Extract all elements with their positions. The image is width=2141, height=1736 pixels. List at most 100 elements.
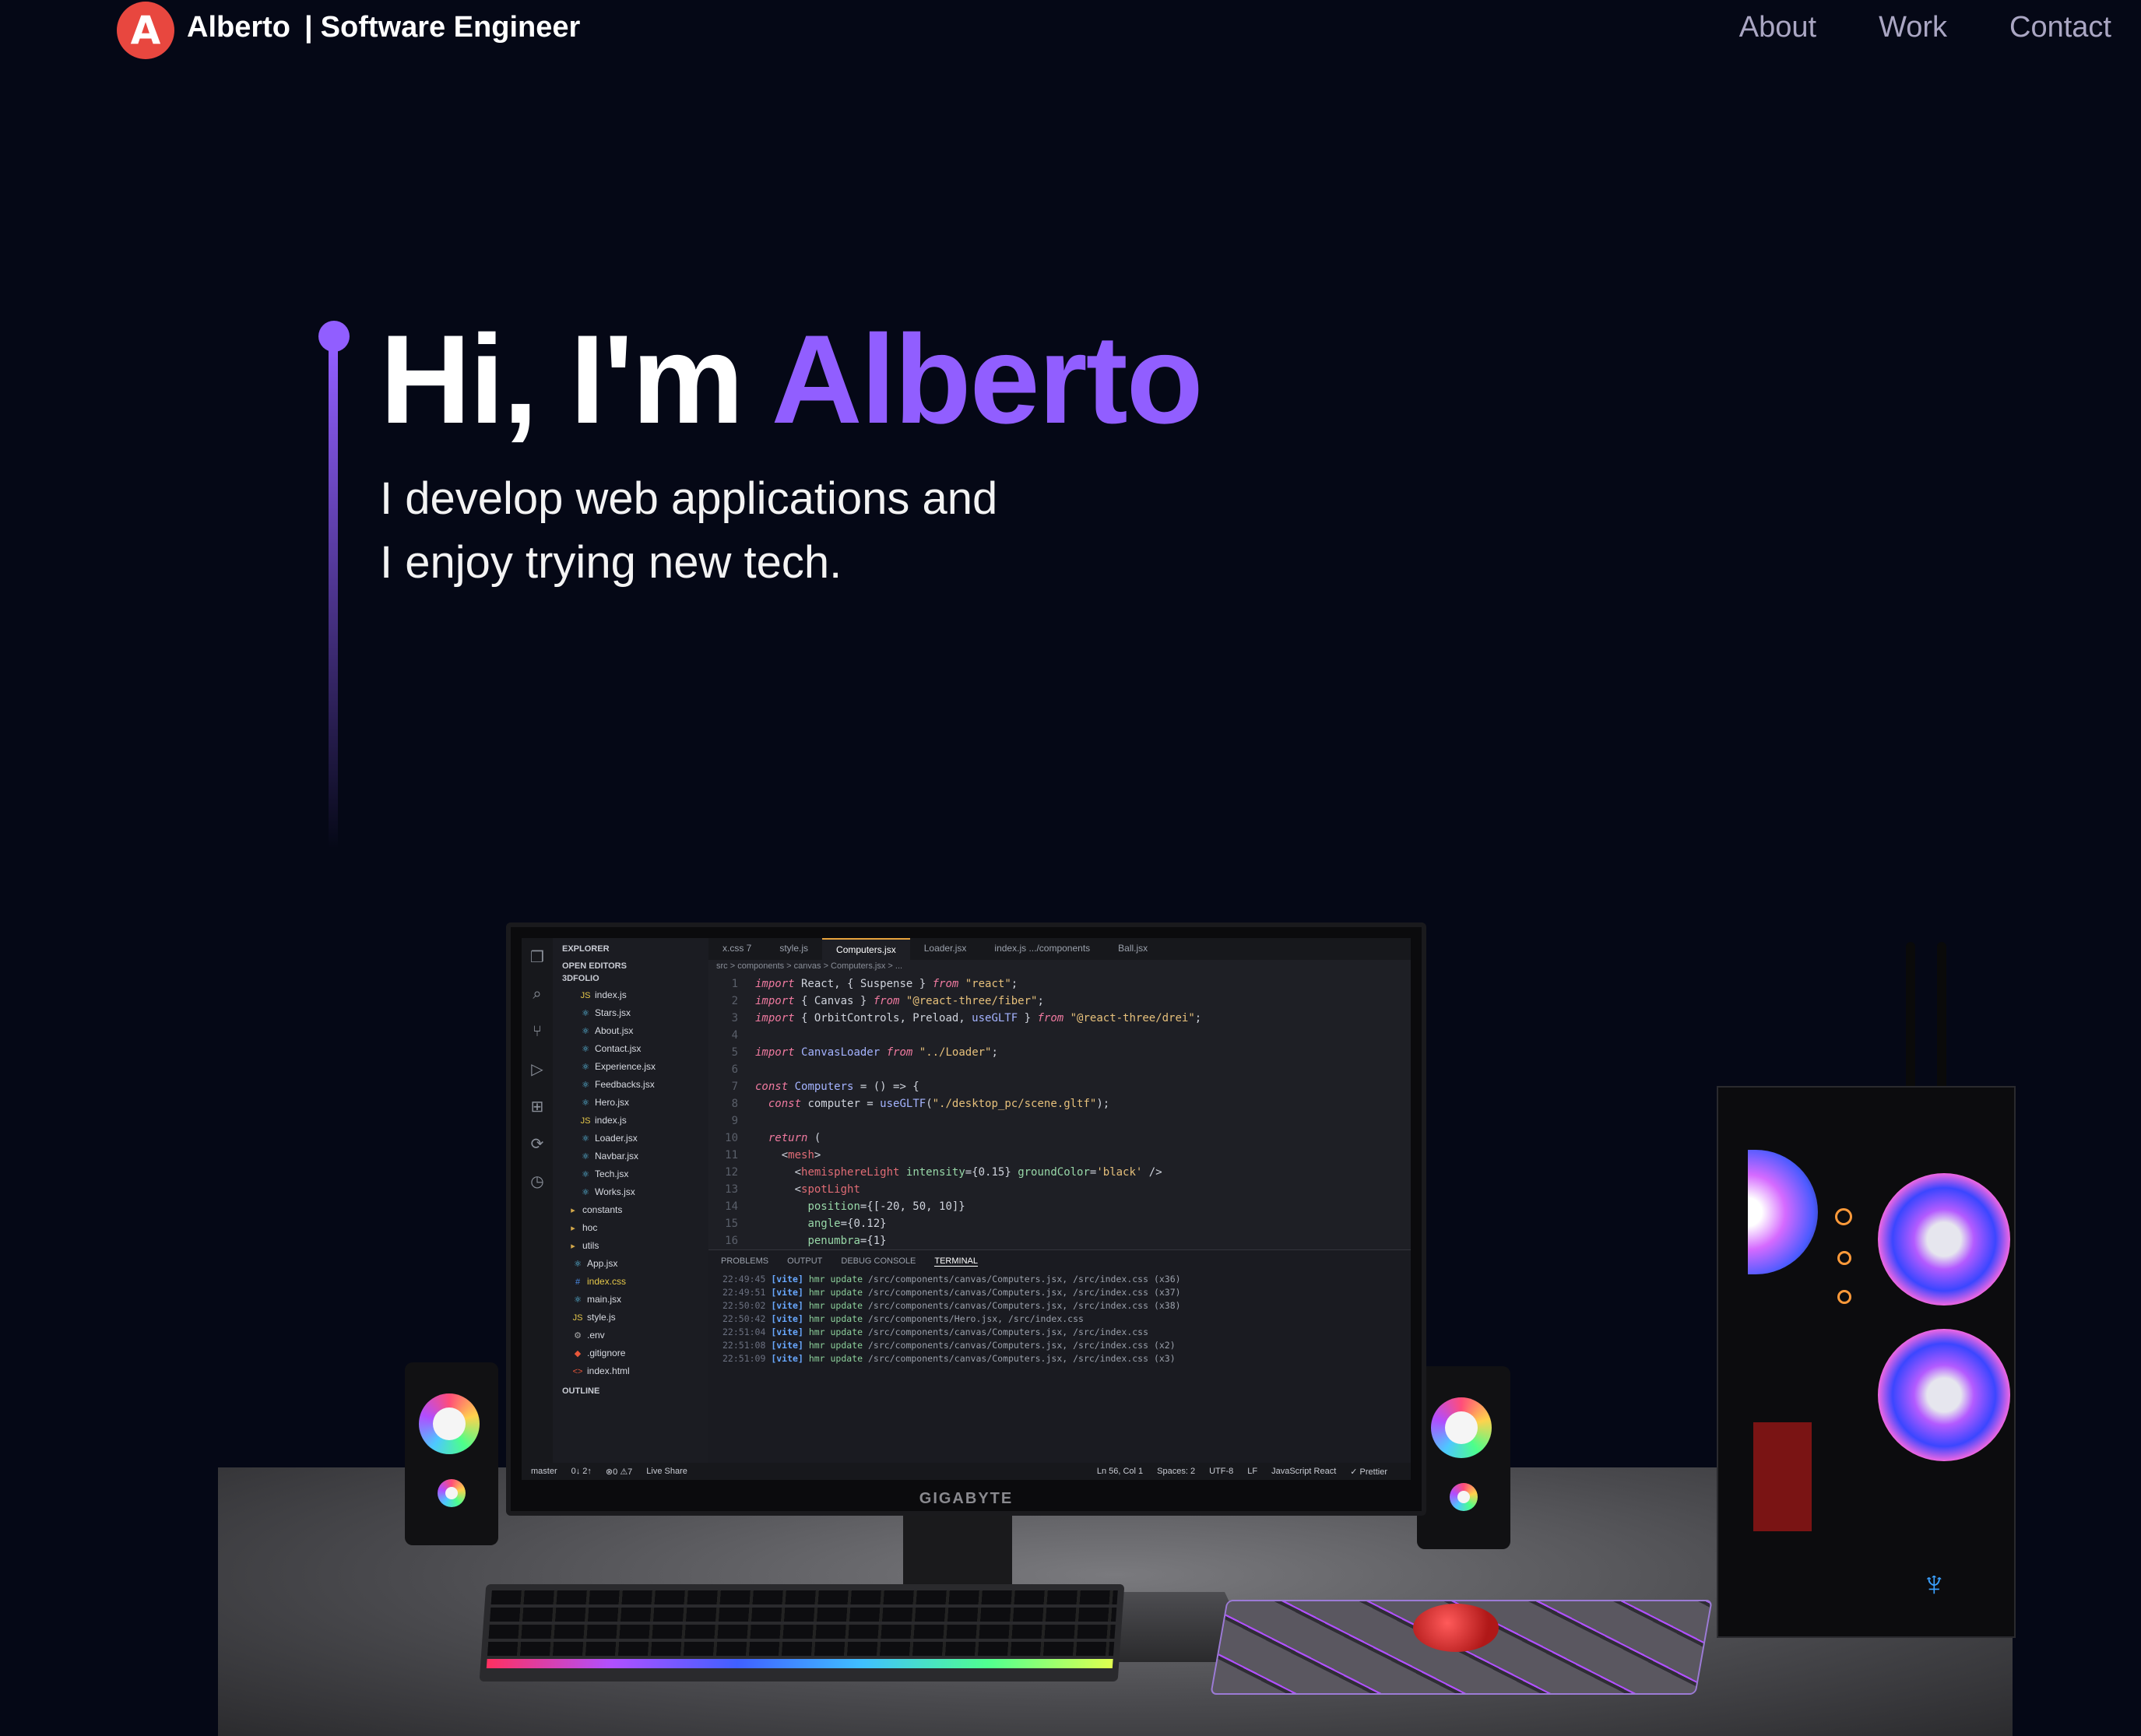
code-text: return ( (768, 1132, 821, 1144)
file-name: Hero.jsx (595, 1097, 630, 1108)
code-line: 10 return ( (708, 1130, 1411, 1147)
status-bar: master 0↓ 2↑ ⊗0 ⚠7 Live Share Ln 56, Col 1 S… (522, 1463, 1411, 1480)
status-item[interactable]: ⊗0 ⚠7 (606, 1467, 632, 1477)
status-item[interactable]: JavaScript React (1271, 1467, 1336, 1477)
speaker-ring-icon (419, 1393, 480, 1454)
nav-link-about[interactable]: About (1739, 11, 1816, 44)
file-tree-item[interactable]: ⚛ App.jsx (553, 1255, 708, 1273)
file-tree-item[interactable]: ⚛ Stars.jsx (553, 1004, 708, 1022)
react-file-icon: ⚛ (582, 1134, 589, 1144)
editor-tab[interactable]: index.js .../components (980, 938, 1104, 960)
code-line: 6 (708, 1061, 1411, 1078)
line-number: 13 (725, 1183, 738, 1196)
code-text: import { Canvas } from "@react-three/fib… (755, 995, 1044, 1007)
vscode-window: ❐ ⌕ ⑂ ▷ ⊞ ⟳ ◷ EXPLORER OPEN EDITORS 3DFO… (522, 938, 1411, 1480)
file-tree-item[interactable]: JS style.js (553, 1309, 708, 1327)
code-line: 15 angle={0.12} (708, 1215, 1411, 1232)
editor-tab[interactable]: Loader.jsx (910, 938, 981, 960)
code-line: 7 const Computers = () => { (708, 1078, 1411, 1095)
react-file-icon: ⚛ (582, 1170, 589, 1179)
file-tree-item[interactable]: ⚛ About.jsx (553, 1022, 708, 1040)
line-number: 11 (725, 1149, 738, 1161)
file-tree-item[interactable]: ◆ .gitignore (553, 1344, 708, 1362)
terminal-line: 22:51:04 [vite] hmr update /src/componen… (722, 1327, 1149, 1337)
html-file-icon: <> (572, 1367, 583, 1376)
file-name: main.jsx (587, 1294, 622, 1305)
file-tree-item[interactable]: ▸ utils (553, 1237, 708, 1255)
code-editor: 1 import React, { Suspense } from "react"… (708, 975, 1411, 1249)
code-text: import CanvasLoader from "../Loader"; (755, 1046, 998, 1059)
status-item[interactable]: 0↓ 2↑ (571, 1467, 592, 1477)
status-item[interactable]: Live Share (646, 1467, 687, 1477)
editor-tab[interactable]: Computers.jsx (822, 938, 910, 960)
file-tree-item[interactable]: ⚛ Experience.jsx (553, 1058, 708, 1076)
monitor-brand: GIGABYTE (919, 1490, 1014, 1507)
status-item[interactable]: UTF-8 (1209, 1467, 1233, 1477)
line-number: 3 (731, 1012, 738, 1024)
line-number: 1 (731, 978, 738, 990)
panel-tab[interactable]: DEBUG CONSOLE (841, 1256, 916, 1267)
react-file-icon: ⚛ (582, 1098, 589, 1108)
file-tree-item[interactable]: ▸ hoc (553, 1219, 708, 1237)
extensions-icon: ⊞ (530, 1098, 544, 1116)
file-name: .gitignore (587, 1348, 626, 1358)
file-tree-item[interactable]: ⚛ Works.jsx (553, 1183, 708, 1201)
activity-bar: ❐ ⌕ ⑂ ▷ ⊞ ⟳ ◷ (522, 938, 553, 1463)
file-tree-item[interactable]: ⚙ .env (553, 1327, 708, 1344)
line-number: 8 (731, 1098, 738, 1110)
brand-title[interactable]: Alberto | Software Engineer (187, 11, 580, 44)
file-tree-item[interactable]: <> index.html (553, 1362, 708, 1380)
file-tree-item[interactable]: ⚛ Navbar.jsx (553, 1147, 708, 1165)
nav-link-contact[interactable]: Contact (2009, 11, 2111, 44)
file-tree-item[interactable]: ⚛ Loader.jsx (553, 1130, 708, 1147)
computer-scene-canvas[interactable]: ♆ ❐ ⌕ ⑂ ▷ ⊞ ⟳ ◷ EXPLORER OPEN EDITORS 3D… (0, 856, 2141, 1736)
react-file-icon: ⚛ (582, 1045, 589, 1054)
keyboard-rgb-strip (486, 1659, 1113, 1668)
react-file-icon: ⚛ (582, 1081, 589, 1090)
file-name: About.jsx (595, 1025, 634, 1036)
status-item[interactable]: Ln 56, Col 1 (1097, 1467, 1143, 1477)
aorus-logo-icon: ♆ (1921, 1563, 1948, 1604)
code-text: const computer = useGLTF("./desktop_pc/s… (768, 1098, 1110, 1110)
code-line: 8 const computer = useGLTF("./desktop_pc… (708, 1095, 1411, 1112)
file-tree-item[interactable]: ⚛ Tech.jsx (553, 1165, 708, 1183)
file-name: constants (582, 1204, 623, 1215)
file-tree-item[interactable]: ⚛ Feedbacks.jsx (553, 1076, 708, 1094)
file-tree-item[interactable]: JS index.js (553, 986, 708, 1004)
status-item[interactable]: LF (1247, 1467, 1257, 1477)
file-tree-item[interactable]: ▸ constants (553, 1201, 708, 1219)
status-item[interactable]: ✓ Prettier (1350, 1467, 1387, 1477)
panel-tab[interactable]: PROBLEMS (721, 1256, 768, 1267)
status-item[interactable]: master (531, 1467, 557, 1477)
fan-icon (1878, 1173, 2010, 1306)
file-tree-item[interactable]: ⚛ main.jsx (553, 1291, 708, 1309)
terminal-line: 22:51:08 [vite] hmr update /src/componen… (722, 1340, 1176, 1351)
file-tree-item[interactable]: # index.css (553, 1273, 708, 1291)
code-text: import React, { Suspense } from "react"; (755, 978, 1018, 990)
line-number: 15 (725, 1218, 738, 1230)
panel-tab[interactable]: TERMINAL (934, 1256, 978, 1267)
code-line: 13 <spotLight (708, 1181, 1411, 1198)
line-number: 12 (725, 1166, 738, 1179)
nav-link-work[interactable]: Work (1879, 11, 1947, 44)
file-tree-item[interactable]: ⚛ Contact.jsx (553, 1040, 708, 1058)
file-tree-item[interactable]: ⚛ Hero.jsx (553, 1094, 708, 1112)
breadcrumb: src > components > canvas > Computers.js… (716, 961, 903, 971)
code-line: 3 import { OrbitControls, Preload, useGLT… (708, 1010, 1411, 1027)
file-name: index.js (595, 1115, 627, 1126)
file-name: Works.jsx (595, 1186, 635, 1197)
gear-file-icon: ⚙ (574, 1331, 582, 1341)
logo-badge[interactable]: A (117, 2, 174, 59)
editor-tab[interactable]: x.css 7 (708, 938, 765, 960)
status-item[interactable]: Spaces: 2 (1157, 1467, 1195, 1477)
editor-tab[interactable]: style.js (765, 938, 822, 960)
line-number: 7 (731, 1081, 738, 1093)
editor-tab[interactable]: Ball.jsx (1104, 938, 1162, 960)
file-tree-item[interactable]: JS index.js (553, 1112, 708, 1130)
line-number: 16 (725, 1235, 738, 1247)
led-icon (1837, 1290, 1851, 1304)
hero-subtitle: I develop web applications and I enjoy t… (380, 467, 997, 595)
file-name: Stars.jsx (595, 1007, 631, 1018)
mouse-icon (1413, 1604, 1499, 1652)
panel-tab[interactable]: OUTPUT (787, 1256, 822, 1267)
